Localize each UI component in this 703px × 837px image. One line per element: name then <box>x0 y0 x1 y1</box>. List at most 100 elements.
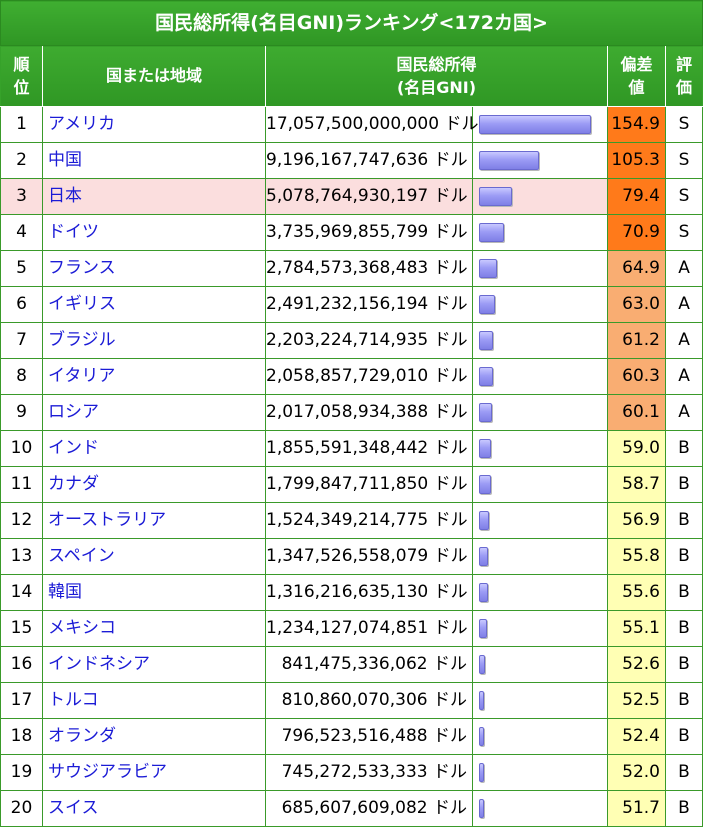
bar-cell <box>472 466 608 503</box>
gni-bar <box>479 115 591 134</box>
gni-value: 2,017,058,934,388 <box>266 402 429 422</box>
country-cell: スイス <box>42 790 266 827</box>
header-gni-line1: 国民総所得 <box>396 54 477 74</box>
country-link[interactable]: メキシコ <box>48 618 116 638</box>
country-link[interactable]: 日本 <box>48 186 82 206</box>
bar-cell <box>472 646 608 683</box>
gni-bar <box>479 547 488 566</box>
country-cell: 日本 <box>42 178 266 215</box>
gni-unit: ドル <box>433 186 468 206</box>
bar-cell <box>472 106 608 143</box>
rank-cell: 17 <box>0 682 43 719</box>
gni-bar <box>479 727 484 746</box>
gni-unit: ドル <box>433 330 468 350</box>
country-link[interactable]: ドイツ <box>48 222 99 242</box>
country-link[interactable]: インドネシア <box>48 654 150 674</box>
country-cell: イギリス <box>42 286 266 323</box>
table-row: 11 カナダ 1,799,847,711,850 ドル 58.7 B <box>0 466 703 503</box>
gni-value: 685,607,609,082 <box>281 798 428 818</box>
gni-bar <box>479 367 493 386</box>
header-gni: 国民総所得 (名目GNI) <box>265 45 608 107</box>
deviation-cell: 55.8 <box>607 538 666 575</box>
country-cell: フランス <box>42 250 266 287</box>
table-row: 8 イタリア 2,058,857,729,010 ドル 60.3 A <box>0 358 703 395</box>
deviation-cell: 56.9 <box>607 502 666 539</box>
rank-cell: 14 <box>0 574 43 611</box>
bar-cell <box>472 394 608 431</box>
country-link[interactable]: トルコ <box>48 690 99 710</box>
country-link[interactable]: インド <box>48 438 99 458</box>
grade-cell: B <box>664 682 703 719</box>
gni-bar <box>479 187 512 206</box>
gni-cell: 1,799,847,711,850 ドル <box>265 466 473 503</box>
gni-cell: 2,491,232,156,194 ドル <box>265 286 473 323</box>
deviation-cell: 58.7 <box>607 466 666 503</box>
rank-cell: 10 <box>0 430 43 467</box>
grade-cell: B <box>664 754 703 791</box>
gni-unit: ドル <box>433 150 468 170</box>
gni-bar <box>479 223 504 242</box>
grade-cell: B <box>664 430 703 467</box>
grade-cell: S <box>664 106 703 143</box>
gni-value: 2,784,573,368,483 <box>266 258 429 278</box>
gni-cell: 1,524,349,214,775 ドル <box>265 502 473 539</box>
gni-cell: 745,272,533,333 ドル <box>265 754 473 791</box>
country-link[interactable]: フランス <box>48 258 116 278</box>
table-row: 2 中国 9,196,167,747,636 ドル 105.3 S <box>0 142 703 179</box>
grade-cell: B <box>664 718 703 755</box>
header-rank: 順 位 <box>0 45 43 107</box>
deviation-cell: 79.4 <box>607 178 666 215</box>
table-row: 14 韓国 1,316,216,635,130 ドル 55.6 B <box>0 574 703 611</box>
gni-cell: 3,735,969,855,799 ドル <box>265 214 473 251</box>
title-row: 国民総所得(名目GNI)ランキング<172カ国> <box>0 0 703 46</box>
gni-unit: ドル <box>433 258 468 278</box>
country-link[interactable]: スイス <box>48 798 99 818</box>
gni-unit: ドル <box>433 474 468 494</box>
deviation-cell: 105.3 <box>607 142 666 179</box>
country-link[interactable]: カナダ <box>48 474 99 494</box>
table-title: 国民総所得(名目GNI)ランキング<172カ国> <box>0 0 703 46</box>
country-link[interactable]: ロシア <box>48 402 99 422</box>
rank-cell: 5 <box>0 250 43 287</box>
country-link[interactable]: 中国 <box>48 150 82 170</box>
country-link[interactable]: オランダ <box>48 726 116 746</box>
gni-cell: 2,058,857,729,010 ドル <box>265 358 473 395</box>
country-link[interactable]: ブラジル <box>48 330 116 350</box>
gni-cell: 2,784,573,368,483 ドル <box>265 250 473 287</box>
rank-cell: 11 <box>0 466 43 503</box>
gni-unit: ドル <box>433 366 468 386</box>
gni-value: 9,196,167,747,636 <box>266 150 429 170</box>
gni-unit: ドル <box>433 654 467 674</box>
country-link[interactable]: アメリカ <box>48 114 115 134</box>
country-link[interactable]: イタリア <box>48 366 115 386</box>
header-row: 順 位 国または地域 国民総所得 (名目GNI) 偏差 値 評 価 <box>0 45 703 107</box>
table-row: 17 トルコ 810,860,070,306 ドル 52.5 B <box>0 682 703 719</box>
country-link[interactable]: オーストラリア <box>48 510 166 530</box>
table-row: 18 オランダ 796,523,516,488 ドル 52.4 B <box>0 718 703 755</box>
country-cell: ブラジル <box>42 322 266 359</box>
bar-cell <box>472 250 608 287</box>
gni-value: 2,491,232,156,194 <box>266 294 429 314</box>
country-link[interactable]: イギリス <box>48 294 116 314</box>
country-link[interactable]: スペイン <box>48 546 115 566</box>
deviation-cell: 51.7 <box>607 790 666 827</box>
rank-cell: 8 <box>0 358 43 395</box>
deviation-cell: 70.9 <box>607 214 666 251</box>
rank-cell: 20 <box>0 790 43 827</box>
gni-value: 5,078,764,930,197 <box>266 186 429 206</box>
gni-bar <box>479 475 491 494</box>
gni-cell: 17,057,500,000,000 ドル <box>265 106 478 143</box>
rank-cell: 19 <box>0 754 43 791</box>
header-deviation-line2: 値 <box>628 78 645 97</box>
gni-bar <box>479 331 493 350</box>
bar-cell <box>472 574 608 611</box>
gni-bar <box>479 655 485 674</box>
grade-cell: S <box>664 214 703 251</box>
gni-bar <box>479 799 484 818</box>
country-cell: オランダ <box>42 718 266 755</box>
gni-unit: ドル <box>433 690 467 710</box>
bar-cell <box>472 178 608 215</box>
country-link[interactable]: サウジアラビア <box>48 762 167 782</box>
gni-value: 796,523,516,488 <box>281 726 428 746</box>
country-link[interactable]: 韓国 <box>48 582 82 602</box>
